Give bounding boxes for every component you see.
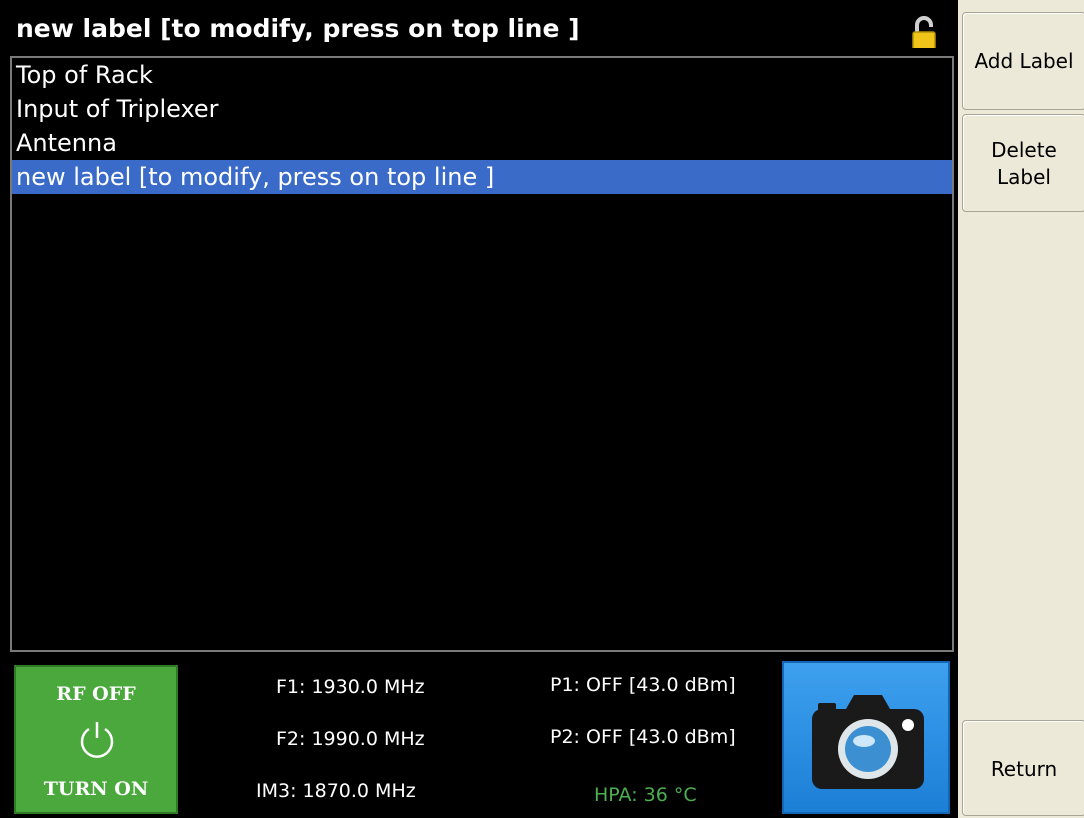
rf-action-label: TURN ON bbox=[43, 778, 149, 800]
f1-readout: F1: 1930.0 MHz bbox=[276, 676, 425, 698]
status-bar: RF OFF TURN ON F1: 1930.0 MHz F2: 1990.0… bbox=[0, 656, 958, 818]
main-pane: new label [to modify, press on top line … bbox=[0, 0, 958, 818]
rf-toggle-button[interactable]: RF OFF TURN ON bbox=[14, 665, 178, 814]
lock-open-icon bbox=[912, 16, 936, 48]
return-button[interactable]: Return bbox=[962, 720, 1084, 816]
add-label-button[interactable]: Add Label bbox=[962, 12, 1084, 110]
camera-icon bbox=[812, 695, 924, 789]
side-panel: Add Label Delete Label Return bbox=[958, 0, 1084, 818]
label-list-item[interactable]: Antenna bbox=[12, 126, 952, 160]
label-list-item[interactable]: Top of Rack bbox=[12, 58, 952, 92]
label-title: new label [to modify, press on top line … bbox=[16, 14, 580, 43]
f2-readout: F2: 1990.0 MHz bbox=[276, 728, 425, 750]
screenshot-button[interactable] bbox=[782, 661, 950, 814]
label-list-item[interactable]: Input of Triplexer bbox=[12, 92, 952, 126]
power-icon bbox=[80, 722, 114, 758]
label-list-item-selected[interactable]: new label [to modify, press on top line … bbox=[12, 160, 952, 194]
rf-state-label: RF OFF bbox=[56, 683, 136, 705]
label-list: Top of Rack Input of Triplexer Antenna n… bbox=[10, 56, 954, 652]
label-title-bar[interactable]: new label [to modify, press on top line … bbox=[8, 10, 950, 48]
p2-readout: P2: OFF [43.0 dBm] bbox=[550, 726, 736, 748]
im3-readout: IM3: 1870.0 MHz bbox=[256, 780, 416, 802]
p1-readout: P1: OFF [43.0 dBm] bbox=[550, 674, 736, 696]
delete-label-button[interactable]: Delete Label bbox=[962, 114, 1084, 212]
hpa-temperature: HPA: 36 °C bbox=[594, 784, 697, 806]
